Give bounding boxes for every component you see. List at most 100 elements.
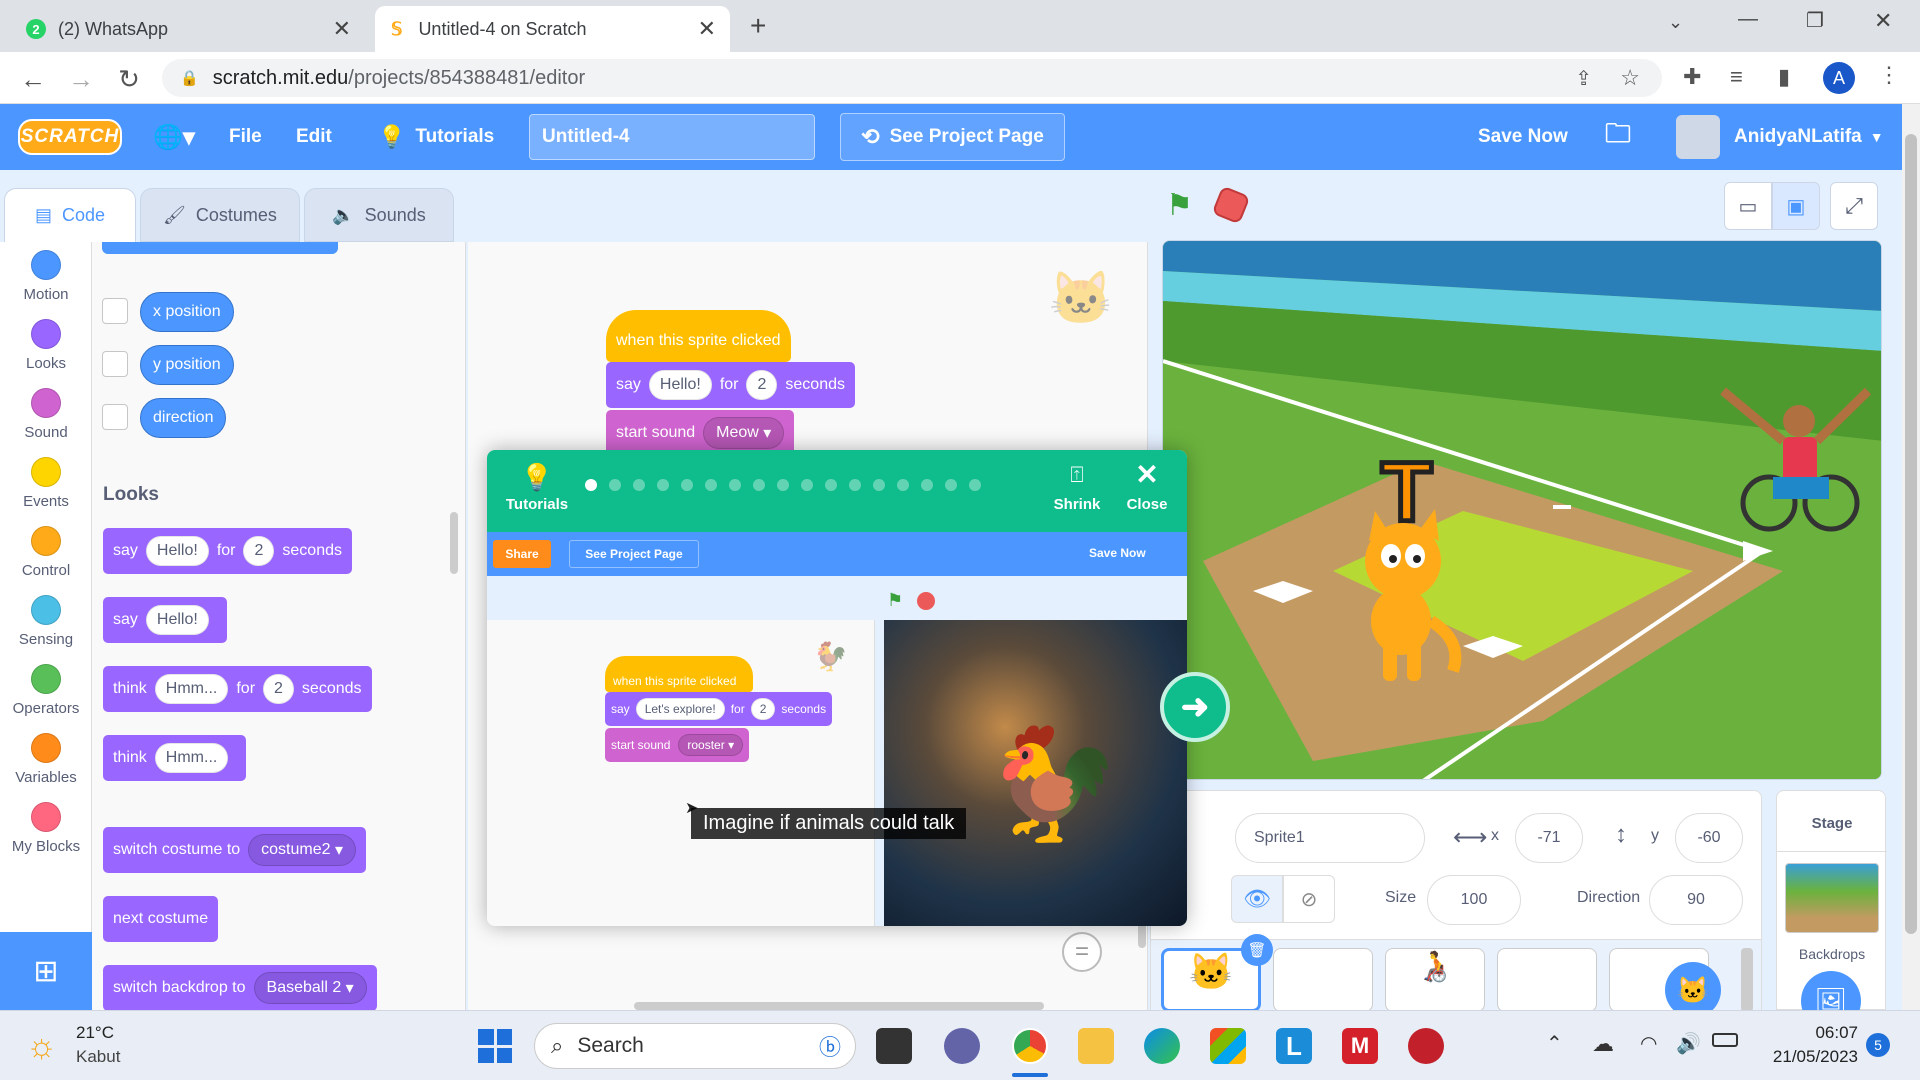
file-menu[interactable]: File	[229, 104, 262, 170]
progress-dot[interactable]	[585, 479, 597, 491]
volume-icon[interactable]: 🔊	[1676, 1031, 1701, 1056]
sound-dropdown[interactable]: Meow ▾	[703, 417, 785, 449]
workspace-hscrollbar[interactable]	[634, 1002, 1044, 1010]
progress-dot[interactable]	[825, 479, 837, 491]
progress-dot[interactable]	[705, 479, 717, 491]
progress-dot[interactable]	[753, 479, 765, 491]
progress-dot[interactable]	[633, 479, 645, 491]
close-icon[interactable]: ✕	[333, 16, 351, 42]
battery-icon[interactable]	[1712, 1033, 1738, 1047]
profile-avatar[interactable]: A	[1823, 62, 1855, 94]
tray-chevron-up-icon[interactable]: ⌃	[1546, 1031, 1563, 1056]
message-input[interactable]: Hello!	[145, 536, 209, 566]
close-icon[interactable]: ✕	[698, 16, 716, 42]
category-sound[interactable]: Sound	[0, 380, 92, 449]
edit-menu[interactable]: Edit	[296, 104, 332, 170]
think-for-seconds-block[interactable]: think Hmm... for 2 seconds	[103, 666, 372, 712]
x-position-reporter[interactable]: x position	[140, 292, 234, 332]
progress-dot[interactable]	[777, 479, 789, 491]
reload-icon[interactable]: ↻	[114, 64, 144, 94]
delete-sprite-icon[interactable]: 🗑	[1241, 934, 1273, 966]
shrink-button[interactable]: Shrink	[1037, 496, 1117, 513]
sprite-thumb[interactable]	[1273, 948, 1373, 1012]
x-input[interactable]: -71	[1515, 813, 1583, 863]
motion-block-partial[interactable]	[102, 242, 338, 254]
direction-reporter[interactable]: direction	[140, 398, 227, 438]
category-sensing[interactable]: Sensing	[0, 587, 92, 656]
show-visible-icon[interactable]: 👁	[1231, 875, 1283, 923]
tab-code[interactable]: ▤ Code	[4, 188, 136, 242]
category-motion[interactable]: Motion	[0, 242, 92, 311]
l-app-icon[interactable]: L	[1276, 1028, 1312, 1064]
back-icon[interactable]: ←	[18, 64, 48, 94]
chrome-icon[interactable]	[1012, 1028, 1048, 1064]
progress-dot[interactable]	[921, 479, 933, 491]
sprite-list-scrollbar[interactable]	[1741, 948, 1753, 1012]
mcafee-icon[interactable]: M	[1342, 1028, 1378, 1064]
backdrop-dropdown[interactable]: Baseball 2 ▾	[253, 972, 367, 1004]
next-costume-block[interactable]: next costume	[103, 896, 219, 942]
y-position-reporter[interactable]: y position	[140, 345, 234, 385]
tutorials-label[interactable]: Tutorials	[497, 496, 577, 513]
tutorials-button[interactable]: 💡 Tutorials	[378, 104, 494, 170]
costume-dropdown[interactable]: costume2 ▾	[248, 834, 357, 866]
switch-backdrop-block[interactable]: switch backdrop to Baseball 2 ▾	[103, 965, 377, 1010]
progress-dot[interactable]	[801, 479, 813, 491]
language-globe-icon[interactable]: 🌐▾	[153, 104, 195, 170]
new-tab-icon[interactable]: +	[750, 10, 766, 42]
restore-icon[interactable]: ❐	[1806, 8, 1824, 33]
onedrive-icon[interactable]: ☁	[1592, 1031, 1614, 1057]
notification-badge[interactable]: 5	[1866, 1033, 1890, 1057]
palette-scrollbar[interactable]	[450, 512, 458, 574]
window-close-icon[interactable]: ✕	[1874, 8, 1892, 34]
when-sprite-clicked-hat-block[interactable]: when this sprite clicked	[606, 310, 791, 362]
side-panel-icon[interactable]: ▮	[1778, 64, 1790, 90]
progress-dot[interactable]	[945, 479, 957, 491]
taskbar-search-box[interactable]: ⌕ Search ⓑ	[534, 1023, 856, 1069]
x-position-checkbox[interactable]	[102, 298, 128, 324]
wifi-icon[interactable]: ◠	[1640, 1031, 1657, 1056]
think-block[interactable]: think Hmm...	[103, 735, 247, 781]
save-now-button[interactable]: Save Now	[1478, 104, 1568, 170]
edge-icon[interactable]	[1144, 1028, 1180, 1064]
sprite-thumb-player[interactable]: 🧑‍🦽	[1385, 948, 1485, 1012]
switch-costume-block[interactable]: switch costume to costume2 ▾	[103, 827, 367, 873]
forward-icon[interactable]: →	[66, 64, 96, 94]
tutorial-video[interactable]: Share See Project Page Save Now ⚑ when t…	[487, 532, 1187, 926]
say-for-seconds-block[interactable]: say Hello! for 2 seconds	[103, 528, 352, 574]
scratch-logo[interactable]: SCRATCH	[18, 119, 122, 155]
stage-canvas[interactable]: T	[1162, 240, 1882, 780]
progress-dot[interactable]	[873, 479, 885, 491]
my-stuff-folder-icon[interactable]: 🗀	[1605, 104, 1631, 170]
green-flag-icon[interactable]: ⚑	[1166, 188, 1193, 223]
message-input[interactable]: Hmm...	[154, 743, 229, 773]
category-looks[interactable]: Looks	[0, 311, 92, 380]
close-button[interactable]: Close	[1107, 496, 1187, 513]
message-input[interactable]: Hmm...	[154, 674, 229, 704]
zoom-reset-icon[interactable]: =	[1062, 932, 1102, 972]
bing-icon[interactable]: ⓑ	[819, 1030, 841, 1062]
category-variables[interactable]: Variables	[0, 725, 92, 794]
project-title-input[interactable]: Untitled-4	[529, 114, 815, 160]
clock-date[interactable]: 21/05/2023	[1748, 1047, 1858, 1067]
stage-selector[interactable]: Stage Backdrops 🖼	[1776, 790, 1887, 1031]
page-scrollbar[interactable]	[1902, 104, 1920, 1010]
task-view-icon[interactable]	[876, 1028, 912, 1064]
stop-sign-icon[interactable]	[1211, 185, 1251, 225]
seconds-input[interactable]: 2	[243, 536, 275, 566]
sprite-thumb[interactable]	[1497, 948, 1597, 1012]
extensions-icon[interactable]: ✚	[1683, 64, 1701, 90]
large-stage-icon[interactable]: ▣	[1772, 182, 1820, 230]
tab-scratch[interactable]: 𝕊 Untitled-4 on Scratch ✕	[375, 6, 730, 52]
progress-dot[interactable]	[729, 479, 741, 491]
scrollbar-thumb[interactable]	[1905, 134, 1917, 934]
say-block[interactable]: say Hello!	[103, 597, 227, 643]
clock-time[interactable]: 06:07	[1768, 1023, 1858, 1043]
account-menu[interactable]: AnidyaNLatifa ▼	[1734, 104, 1884, 170]
message-input[interactable]: Hello!	[145, 605, 209, 635]
hide-sprite-icon[interactable]: ⊘	[1283, 875, 1335, 923]
share-icon[interactable]: ⇪	[1575, 66, 1592, 91]
progress-dot[interactable]	[849, 479, 861, 491]
category-control[interactable]: Control	[0, 518, 92, 587]
y-position-checkbox[interactable]	[102, 351, 128, 377]
